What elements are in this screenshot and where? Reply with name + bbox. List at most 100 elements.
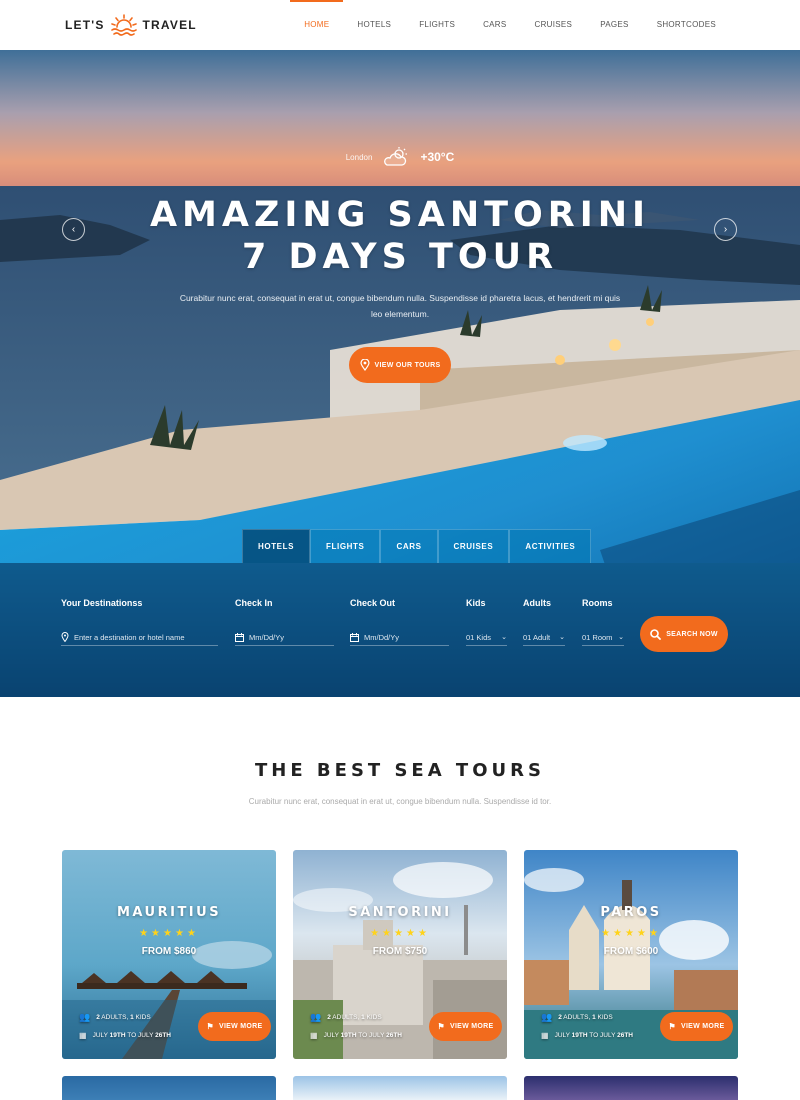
destination-field: Your Destinationss Enter a destination o… (61, 598, 218, 646)
hero-title: AMAZING SANTORINI 7 DAYS TOUR (0, 194, 800, 278)
tour-card-teaser[interactable] (293, 1076, 507, 1100)
tour-dates: ▦ JULY 19TH TO JULY 26TH (541, 1031, 634, 1040)
tab-cars[interactable]: CARS (380, 529, 438, 563)
nav-cars[interactable]: CARS (469, 0, 520, 50)
tour-guests: 👥 2 ADULTS, 1 KIDS (79, 1012, 151, 1022)
tab-hotels[interactable]: HOTELS (242, 529, 311, 563)
chevron-down-icon: ⌄ (501, 634, 507, 641)
search-now-button[interactable]: SEARCH NOW (640, 616, 728, 652)
calendar-icon: ▦ (541, 1031, 549, 1040)
rating-stars: ★★★★★ (139, 928, 199, 939)
rooms-field: Rooms 01 Room ⌄ (582, 598, 624, 646)
tour-guests: 👥 2 ADULTS, 1 KIDS (541, 1012, 613, 1022)
check-in-placeholder: Mm/Dd/Yy (249, 632, 285, 642)
logo-text-right: TRAVEL (142, 18, 197, 32)
nav-flights[interactable]: FLIGHTS (405, 0, 469, 50)
tour-card[interactable]: PAROS ★★★★★ FROM $600 👥 2 ADULTS, 1 KIDS… (524, 850, 738, 1059)
flag-icon: ⚑ (437, 1022, 445, 1031)
chevron-down-icon: ⌄ (618, 634, 624, 641)
tour-card[interactable]: SANTORINI ★★★★★ FROM $750 👥 2 ADULTS, 1 … (293, 850, 507, 1059)
view-more-button[interactable]: ⚑ VIEW MORE (429, 1012, 502, 1041)
tour-price: FROM $860 (141, 946, 197, 957)
chevron-down-icon: ⌄ (559, 634, 565, 641)
rooms-select[interactable]: 01 Room ⌄ (582, 629, 624, 646)
check-out-label: Check Out (350, 598, 396, 608)
destination-label: Your Destinationss (61, 598, 143, 608)
nav-hotels[interactable]: HOTELS (343, 0, 405, 50)
search-tabs: HOTELS FLIGHTS CARS CRUISES ACTIVITIES (242, 529, 592, 563)
check-in-label: Check In (235, 598, 273, 608)
search-now-label: SEARCH NOW (666, 630, 718, 638)
kids-value: 01 Kids (466, 632, 492, 642)
weather-temperature: +30°C (420, 150, 455, 164)
adults-label: Adults (523, 598, 551, 608)
tour-guests: 👥 2 ADULTS, 1 KIDS (310, 1012, 382, 1022)
rating-stars: ★★★★★ (370, 928, 430, 939)
kids-label: Kids (466, 598, 486, 608)
tour-dates: ▦ JULY 19TH TO JULY 26TH (310, 1031, 403, 1040)
site-logo[interactable]: LET'S TRAVEL (65, 13, 197, 37)
destination-placeholder: Enter a destination or hotel name (74, 632, 185, 642)
map-pin-icon (359, 359, 370, 371)
tab-flights[interactable]: FLIGHTS (310, 529, 381, 563)
nav-cruises[interactable]: CRUISES (521, 0, 587, 50)
nav-pages[interactable]: PAGES (586, 0, 642, 50)
section-title: THE BEST SEA TOURS (255, 760, 545, 781)
tour-name: SANTORINI (348, 905, 452, 920)
adults-value: 01 Adult (523, 632, 551, 642)
tab-activities[interactable]: ACTIVITIES (509, 529, 592, 563)
check-in-input[interactable]: Mm/Dd/Yy (235, 629, 334, 646)
destination-input[interactable]: Enter a destination or hotel name (61, 629, 218, 646)
logo-text-left: LET'S (65, 18, 105, 32)
hero-title-line1: AMAZING SANTORINI (149, 195, 651, 235)
tour-dates: ▦ JULY 19TH TO JULY 26TH (79, 1031, 172, 1040)
calendar-icon (235, 632, 244, 642)
view-our-tours-button[interactable]: VIEW OUR TOURS (349, 347, 451, 383)
tour-name: MAURITIUS (116, 905, 222, 920)
users-icon: 👥 (79, 1012, 91, 1022)
rating-stars: ★★★★★ (601, 928, 661, 939)
sun-logo-icon (110, 14, 137, 36)
rooms-label: Rooms (582, 598, 613, 608)
tour-card-teaser[interactable] (62, 1076, 276, 1100)
calendar-icon: ▦ (310, 1031, 318, 1040)
flag-icon: ⚑ (206, 1022, 214, 1031)
tour-price: FROM $600 (603, 946, 659, 957)
view-more-button[interactable]: ⚑ VIEW MORE (660, 1012, 733, 1041)
view-more-button[interactable]: ⚑ VIEW MORE (198, 1012, 271, 1041)
adults-select[interactable]: 01 Adult ⌄ (523, 629, 565, 646)
tour-card-teaser[interactable] (524, 1076, 738, 1100)
nav-shortcodes[interactable]: SHORTCODES (643, 0, 730, 50)
flag-icon: ⚑ (668, 1022, 676, 1031)
tour-name: PAROS (600, 905, 662, 920)
partly-cloudy-icon (384, 147, 408, 166)
rooms-value: 01 Room (582, 632, 613, 642)
hero-slider: London +30°C ‹ › AMAZING SANTORINI 7 DAY… (0, 50, 800, 697)
weather-city: London (345, 152, 373, 162)
adults-field: Adults 01 Adult ⌄ (523, 598, 565, 646)
tour-card[interactable]: MAURITIUS ★★★★★ FROM $860 👥 2 ADULTS, 1 … (62, 850, 276, 1059)
calendar-icon (350, 632, 359, 642)
site-header: LET'S TRAVEL HOME HOTELS FLIGHTS CARS CR… (0, 0, 800, 50)
hero-description: Curabitur nunc erat, consequat in erat u… (179, 293, 621, 319)
search-icon (650, 628, 662, 640)
check-out-field: Check Out Mm/Dd/Yy (350, 598, 449, 646)
check-out-input[interactable]: Mm/Dd/Yy (350, 629, 449, 646)
kids-select[interactable]: 01 Kids ⌄ (466, 629, 507, 646)
tour-price: FROM $750 (372, 946, 428, 957)
kids-field: Kids 01 Kids ⌄ (466, 598, 507, 646)
section-subtitle: Curabitur nunc erat, consequat in erat u… (248, 797, 552, 806)
calendar-icon: ▦ (79, 1031, 87, 1040)
users-icon: 👥 (310, 1012, 322, 1022)
check-in-field: Check In Mm/Dd/Yy (235, 598, 334, 646)
tab-cruises[interactable]: CRUISES (437, 529, 510, 563)
main-nav: HOME HOTELS FLIGHTS CARS CRUISES PAGES S… (290, 0, 730, 50)
search-form: Your Destinationss Enter a destination o… (0, 563, 800, 697)
users-icon: 👥 (541, 1012, 553, 1022)
nav-home[interactable]: HOME (290, 0, 344, 50)
weather-widget: London +30°C (0, 146, 800, 168)
hero-title-line2: 7 DAYS TOUR (241, 237, 559, 277)
location-pin-icon (61, 632, 69, 642)
view-our-tours-label: VIEW OUR TOURS (374, 361, 441, 369)
check-out-placeholder: Mm/Dd/Yy (364, 632, 400, 642)
